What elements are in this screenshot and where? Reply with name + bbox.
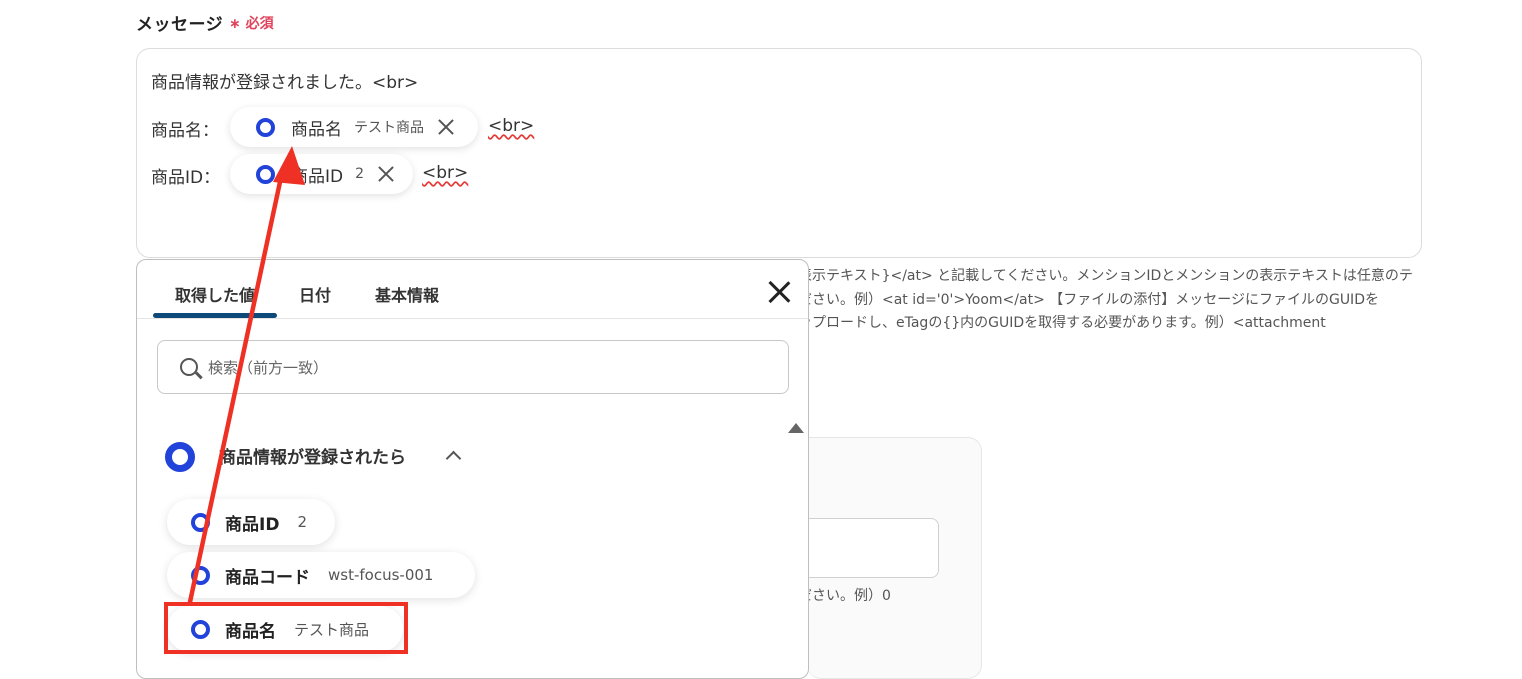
annotation-arrow bbox=[187, 146, 305, 605]
